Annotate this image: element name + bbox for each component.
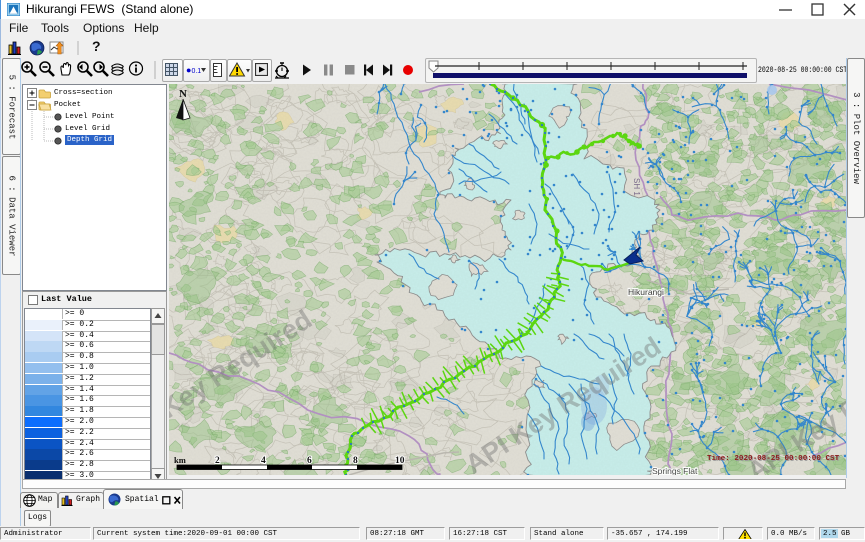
svg-text:N: N — [179, 88, 187, 100]
svg-text:SH 1: SH 1 — [632, 178, 641, 196]
svg-text:Time: 2020-08-25 00:00:00 CST: Time: 2020-08-25 00:00:00 CST — [707, 455, 840, 463]
svg-text:2: 2 — [215, 456, 220, 466]
svg-text:10: 10 — [395, 456, 405, 466]
svg-text:km: km — [174, 455, 186, 465]
svg-text:8: 8 — [353, 456, 358, 466]
svg-text:6: 6 — [307, 456, 312, 466]
svg-text:Hikurangi: Hikurangi — [628, 287, 664, 297]
svg-text:Springs Flat: Springs Flat — [652, 466, 698, 475]
svg-text:4: 4 — [261, 456, 266, 466]
